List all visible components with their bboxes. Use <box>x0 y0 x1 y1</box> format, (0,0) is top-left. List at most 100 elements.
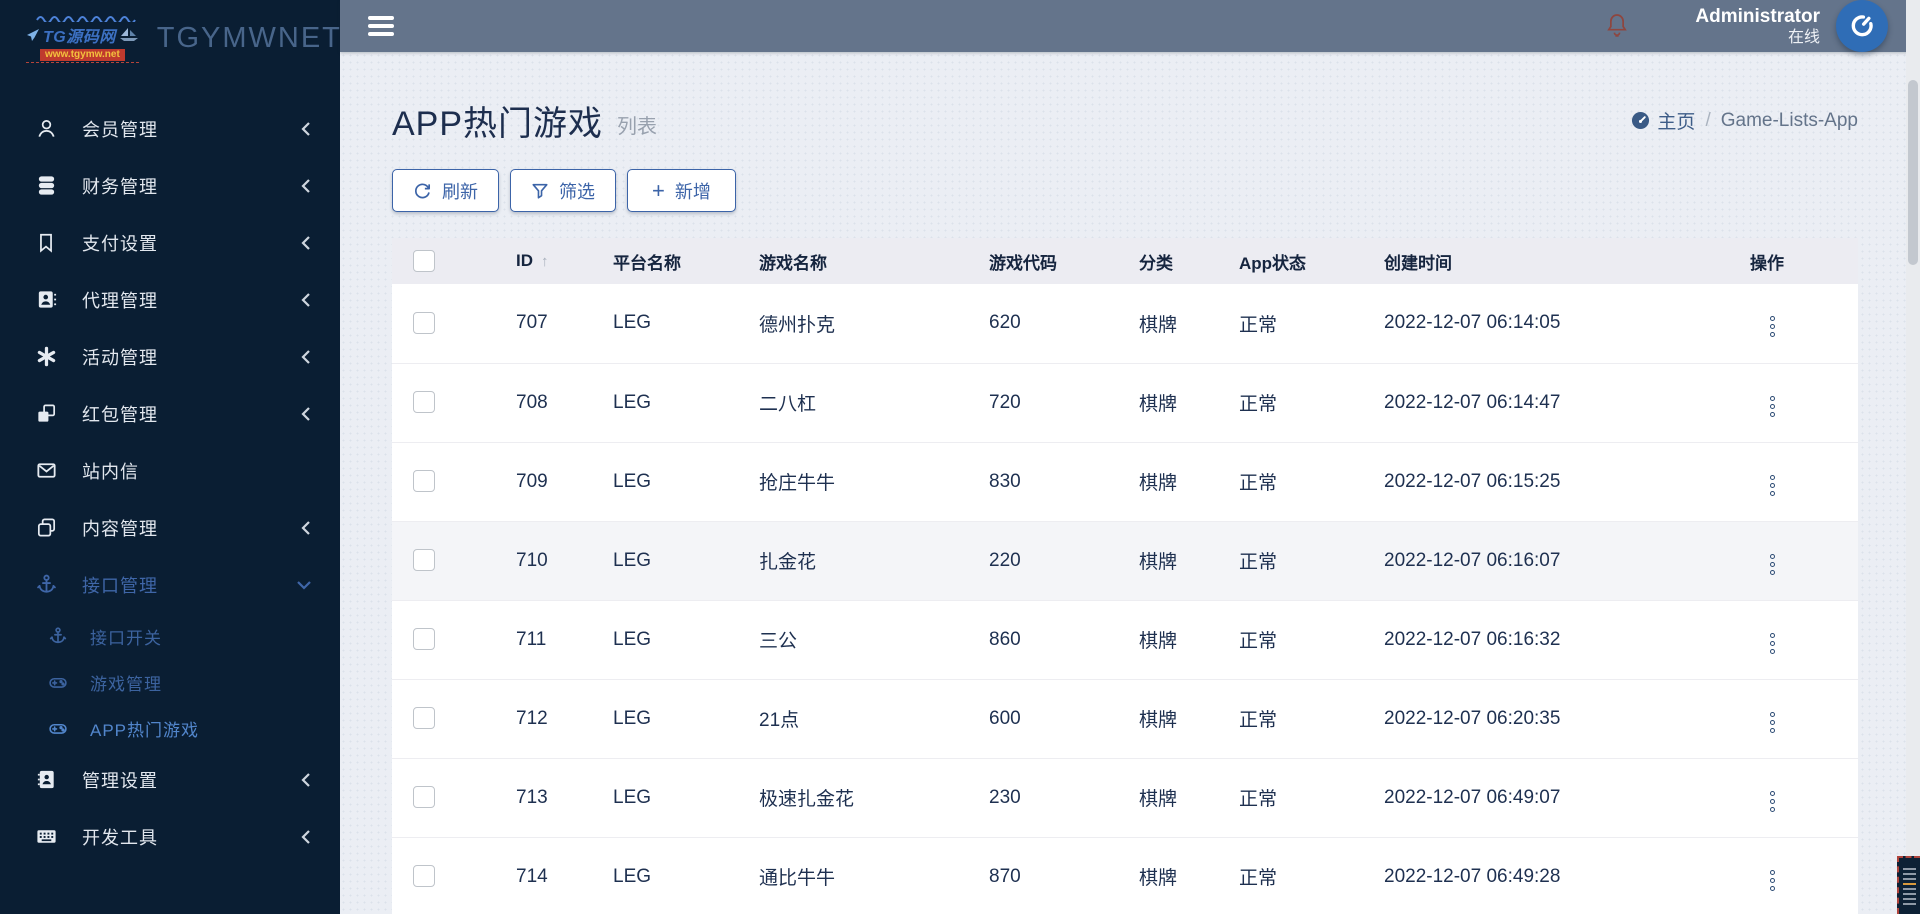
sidebar-item-finance[interactable]: 财务管理 <box>0 157 340 214</box>
cell-check[interactable] <box>392 363 474 443</box>
cell-platform: LEG <box>589 600 735 680</box>
cell-check[interactable] <box>392 284 474 364</box>
breadcrumb-home-label: 主页 <box>1657 112 1696 133</box>
row-actions-menu-icon[interactable] <box>1766 629 1779 658</box>
sidebar-item-label: 活动管理 <box>82 347 158 368</box>
cell-category: 棋牌 <box>1115 758 1215 838</box>
sidebar-subitem-games[interactable]: 游戏管理 <box>0 659 340 705</box>
logo-wave-decoration <box>36 15 136 22</box>
sidebar-item-members[interactable]: 会员管理 <box>0 100 340 157</box>
row-checkbox[interactable] <box>413 391 435 414</box>
sidebar-subitem-app-hot-games[interactable]: APP热门游戏 <box>0 705 340 751</box>
column-header-created-at[interactable]: 创建时间 <box>1360 238 1726 284</box>
cell-id: 709 <box>474 442 589 522</box>
cell-game-name: 21点 <box>735 679 965 759</box>
logout-power-button[interactable] <box>1836 0 1888 52</box>
filter-button[interactable]: 筛选 <box>510 169 616 212</box>
cell-actions[interactable] <box>1726 837 1858 914</box>
cell-app-status: 正常 <box>1215 600 1360 680</box>
select-all-checkbox[interactable] <box>413 250 435 272</box>
chevron-left-icon <box>300 121 312 137</box>
user-info[interactable]: Administrator 在线 <box>1695 5 1820 48</box>
sidebar-item-dev-tools[interactable]: 开发工具 <box>0 808 340 865</box>
column-header-actions: 操作 <box>1726 238 1858 284</box>
sidebar-item-label: 接口开关 <box>90 628 162 648</box>
cell-actions[interactable] <box>1726 363 1858 443</box>
table-row[interactable]: 708 LEG 二八杠 720 棋牌 正常 2022-12-07 06:14:47 <box>392 363 1858 443</box>
row-checkbox[interactable] <box>413 549 435 572</box>
row-checkbox[interactable] <box>413 312 435 335</box>
cell-actions[interactable] <box>1726 758 1858 838</box>
row-actions-menu-icon[interactable] <box>1766 866 1779 895</box>
cell-game-name: 抢庄牛牛 <box>735 442 965 522</box>
breadcrumb-home-link[interactable]: 主页 <box>1631 107 1695 134</box>
row-actions-menu-icon[interactable] <box>1766 392 1779 421</box>
cell-game-name: 德州扑克 <box>735 284 965 364</box>
column-header-platform[interactable]: 平台名称 <box>589 238 735 284</box>
add-new-button[interactable]: + 新增 <box>627 169 736 212</box>
cell-actions[interactable] <box>1726 442 1858 522</box>
row-actions-menu-icon[interactable] <box>1766 708 1779 737</box>
row-actions-menu-icon[interactable] <box>1766 312 1779 341</box>
sidebar-item-api[interactable]: 接口管理 <box>0 556 340 613</box>
refresh-button-label: 刷新 <box>442 181 478 202</box>
sidebar-item-content[interactable]: 内容管理 <box>0 499 340 556</box>
row-checkbox[interactable] <box>413 707 435 730</box>
sidebar-item-admin-settings[interactable]: 管理设置 <box>0 751 340 808</box>
cell-game-code: 720 <box>965 363 1115 443</box>
brand-name: TGYMWNET <box>156 21 340 54</box>
refresh-button[interactable]: 刷新 <box>392 169 499 212</box>
vertical-scrollbar[interactable] <box>1906 0 1920 914</box>
table-row[interactable]: 710 LEG 扎金花 220 棋牌 正常 2022-12-07 06:16:07 <box>392 521 1858 601</box>
cell-check[interactable] <box>392 837 474 914</box>
cell-created-time: 2022-12-07 06:14:05 <box>1360 284 1726 364</box>
cell-actions[interactable] <box>1726 521 1858 601</box>
cell-created-time: 2022-12-07 06:16:07 <box>1360 521 1726 601</box>
sidebar-item-agents[interactable]: 代理管理 <box>0 271 340 328</box>
table-row[interactable]: 713 LEG 极速扎金花 230 棋牌 正常 2022-12-07 06:49:07 <box>392 758 1858 838</box>
sidebar-item-messages[interactable]: 站内信 <box>0 442 340 499</box>
sidebar-item-activities[interactable]: 活动管理 <box>0 328 340 385</box>
sidebar-item-payment[interactable]: 支付设置 <box>0 214 340 271</box>
table-row[interactable]: 711 LEG 三公 860 棋牌 正常 2022-12-07 06:16:32 <box>392 600 1858 680</box>
row-actions-menu-icon[interactable] <box>1766 471 1779 500</box>
table-row[interactable]: 709 LEG 抢庄牛牛 830 棋牌 正常 2022-12-07 06:15:25 <box>392 442 1858 522</box>
cell-actions[interactable] <box>1726 679 1858 759</box>
user-name: Administrator <box>1695 5 1820 27</box>
row-actions-menu-icon[interactable] <box>1766 787 1779 816</box>
bookmark-icon <box>34 231 58 255</box>
column-header-category[interactable]: 分类 <box>1115 238 1215 284</box>
row-checkbox[interactable] <box>413 470 435 493</box>
cell-actions[interactable] <box>1726 284 1858 364</box>
cell-check[interactable] <box>392 679 474 759</box>
sidebar-item-label: 红包管理 <box>82 404 158 425</box>
cell-id: 712 <box>474 679 589 759</box>
cell-check[interactable] <box>392 442 474 522</box>
scrollbar-thumb[interactable] <box>1908 80 1918 265</box>
sidebar-subitem-api-switch[interactable]: 接口开关 <box>0 613 340 659</box>
table-row[interactable]: 714 LEG 通比牛牛 870 棋牌 正常 2022-12-07 06:49:28 <box>392 837 1858 914</box>
column-header-game-code[interactable]: 游戏代码 <box>965 238 1115 284</box>
column-header-game-name[interactable]: 游戏名称 <box>735 238 965 284</box>
table-row[interactable]: 707 LEG 德州扑克 620 棋牌 正常 2022-12-07 06:14:05 <box>392 284 1858 364</box>
sailboat-icon <box>119 28 138 41</box>
cell-app-status: 正常 <box>1215 521 1360 601</box>
sidebar-item-redpacket[interactable]: 红包管理 <box>0 385 340 442</box>
data-table-card: ID ↑ 平台名称 游戏名称 游戏代码 分类 App状态 创建时间 操作 707 L… <box>392 238 1858 914</box>
main-area: Administrator 在线 APP热门游戏 列表 主页 / Game-Li… <box>340 0 1920 914</box>
column-header-id[interactable]: ID ↑ <box>474 238 589 284</box>
sidebar-toggle-button[interactable] <box>368 16 394 36</box>
row-actions-menu-icon[interactable] <box>1766 550 1779 579</box>
notifications-bell-icon[interactable] <box>1603 11 1631 41</box>
cell-actions[interactable] <box>1726 600 1858 680</box>
row-checkbox[interactable] <box>413 865 435 888</box>
row-checkbox[interactable] <box>413 786 435 809</box>
column-header-app-status[interactable]: App状态 <box>1215 238 1360 284</box>
cell-check[interactable] <box>392 521 474 601</box>
sidebar-logo-row[interactable]: TG源码网 www.tgymw.net TGYMWNET <box>0 0 340 76</box>
cell-check[interactable] <box>392 600 474 680</box>
cell-id: 708 <box>474 363 589 443</box>
cell-check[interactable] <box>392 758 474 838</box>
row-checkbox[interactable] <box>413 628 435 651</box>
table-row[interactable]: 712 LEG 21点 600 棋牌 正常 2022-12-07 06:20:35 <box>392 679 1858 759</box>
